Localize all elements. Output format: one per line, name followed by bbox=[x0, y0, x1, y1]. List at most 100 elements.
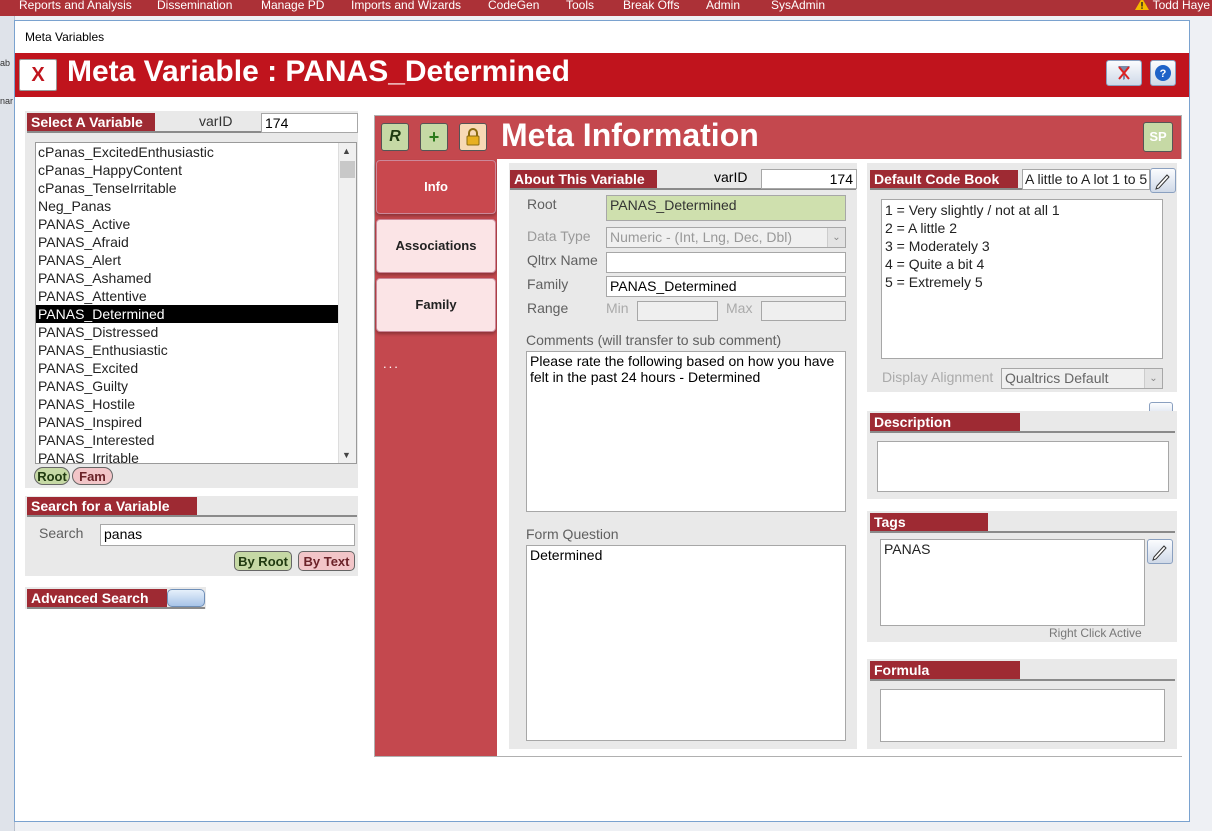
varid-label: varID bbox=[199, 113, 233, 129]
chevron-down-icon[interactable]: ⌄ bbox=[1144, 369, 1162, 388]
code-book-lines: 1 = Very slightly / not at all 1 2 = A li… bbox=[885, 201, 1159, 291]
lock-button[interactable] bbox=[459, 123, 487, 151]
help-icon: ? bbox=[1155, 65, 1171, 81]
list-item[interactable]: Neg_Panas bbox=[36, 197, 356, 215]
formula-textarea[interactable] bbox=[880, 689, 1165, 742]
sp-button[interactable]: SP bbox=[1143, 122, 1173, 152]
menu-tools[interactable]: Tools bbox=[566, 0, 594, 12]
root-input[interactable]: PANAS_Determined bbox=[606, 195, 846, 221]
list-item[interactable]: PANAS_Interested bbox=[36, 431, 356, 449]
tags-input[interactable]: PANAS bbox=[880, 539, 1145, 626]
data-type-label: Data Type bbox=[527, 228, 591, 244]
about-variable-header: About This Variable bbox=[510, 170, 657, 188]
by-root-button[interactable]: By Root bbox=[234, 551, 292, 571]
list-item[interactable]: PANAS_Distressed bbox=[36, 323, 356, 341]
advanced-search-toggle[interactable] bbox=[167, 589, 205, 607]
user-name: Todd Haye bbox=[1152, 0, 1210, 12]
about-varid-label: varID bbox=[714, 169, 748, 185]
menu-imports-and-wizards[interactable]: Imports and Wizards bbox=[351, 0, 461, 12]
description-textarea[interactable] bbox=[877, 441, 1169, 492]
code-book-input[interactable]: A little to A lot 1 to 5 bbox=[1022, 169, 1150, 190]
form-question-textarea[interactable]: Determined bbox=[526, 545, 846, 741]
max-label: Max bbox=[726, 300, 753, 316]
family-input[interactable]: PANAS_Determined bbox=[606, 276, 846, 297]
list-item[interactable]: PANAS_Attentive bbox=[36, 287, 356, 305]
list-item[interactable]: PANAS_Ashamed bbox=[36, 269, 356, 287]
comments-label: Comments (will transfer to sub comment) bbox=[526, 332, 782, 348]
svg-text:?: ? bbox=[1160, 68, 1167, 80]
list-scrollbar[interactable]: ▲ ▼ bbox=[338, 143, 356, 463]
list-item[interactable]: cPanas_ExcitedEnthusiastic bbox=[36, 143, 356, 161]
edit-tags-button[interactable] bbox=[1147, 539, 1173, 564]
list-item[interactable]: PANAS_Afraid bbox=[36, 233, 356, 251]
scroll-thumb[interactable] bbox=[340, 161, 355, 178]
divider bbox=[870, 679, 1175, 681]
scroll-down-icon[interactable]: ▼ bbox=[342, 450, 351, 460]
chevron-down-icon[interactable]: ⌄ bbox=[827, 228, 845, 247]
comments-textarea[interactable]: Please rate the following based on how y… bbox=[526, 351, 846, 512]
root-label: Root bbox=[527, 196, 557, 212]
menu-admin[interactable]: Admin bbox=[706, 0, 740, 12]
by-text-button[interactable]: By Text bbox=[298, 551, 355, 571]
user-menu[interactable]: Todd Haye bbox=[1134, 0, 1210, 12]
tab-family[interactable]: Family bbox=[376, 278, 496, 332]
max-input[interactable] bbox=[761, 301, 846, 321]
list-item[interactable]: PANAS_Irritable bbox=[36, 449, 356, 463]
close-button[interactable]: X bbox=[19, 59, 57, 91]
display-alignment-label: Display Alignment bbox=[882, 369, 994, 385]
warning-icon bbox=[1134, 0, 1149, 10]
fam-button[interactable]: Fam bbox=[72, 467, 113, 485]
search-label: Search bbox=[39, 525, 84, 541]
variable-listbox[interactable]: cPanas_ExcitedEnthusiastic cPanas_HappyCo… bbox=[35, 142, 357, 464]
more-tabs-ellipsis[interactable]: ... bbox=[383, 356, 400, 371]
edit-code-book-button[interactable] bbox=[1150, 168, 1176, 193]
display-alignment-select[interactable]: Qualtrics Default ⌄ bbox=[1001, 368, 1163, 389]
pencil-icon bbox=[1152, 545, 1167, 561]
menu-reports-and-analysis[interactable]: Reports and Analysis bbox=[19, 0, 132, 12]
list-item[interactable]: PANAS_Inspired bbox=[36, 413, 356, 431]
list-item[interactable]: PANAS_Alert bbox=[36, 251, 356, 269]
divider bbox=[27, 515, 357, 517]
list-item[interactable]: PANAS_Determined bbox=[36, 305, 338, 323]
help-button[interactable]: ? bbox=[1150, 60, 1176, 86]
list-item[interactable]: cPanas_TenseIrritable bbox=[36, 179, 356, 197]
menu-dissemination[interactable]: Dissemination bbox=[157, 0, 232, 12]
qltrx-name-input[interactable] bbox=[606, 252, 846, 273]
family-label: Family bbox=[527, 276, 569, 292]
menu-manage-pd[interactable]: Manage PD bbox=[261, 0, 324, 12]
scroll-up-icon[interactable]: ▲ bbox=[342, 146, 351, 156]
root-button[interactable]: Root bbox=[34, 467, 70, 485]
list-item[interactable]: PANAS_Hostile bbox=[36, 395, 356, 413]
tab-associations[interactable]: Associations bbox=[376, 219, 496, 273]
add-button[interactable]: + bbox=[420, 123, 448, 151]
r-button[interactable]: R bbox=[381, 123, 409, 151]
formula-header: Formula bbox=[870, 661, 1020, 679]
window-title: Meta Variables bbox=[25, 30, 105, 44]
list-item[interactable]: PANAS_Enthusiastic bbox=[36, 341, 356, 359]
info-content: About This Variable varID 174 Root PANAS… bbox=[497, 159, 1182, 756]
varid-input[interactable]: 174 bbox=[261, 113, 358, 133]
code-book-entries[interactable]: 1 = Very slightly / not at all 1 2 = A li… bbox=[881, 199, 1163, 359]
tab-info[interactable]: Info bbox=[376, 160, 496, 214]
list-item[interactable]: PANAS_Active bbox=[36, 215, 356, 233]
divider bbox=[870, 531, 1175, 533]
code-book-entry: 5 = Extremely 5 bbox=[885, 274, 983, 290]
search-input[interactable]: panas bbox=[100, 524, 355, 546]
menu-codegen[interactable]: CodeGen bbox=[488, 0, 539, 12]
divider bbox=[870, 431, 1175, 433]
list-item[interactable]: PANAS_Excited bbox=[36, 359, 356, 377]
min-input[interactable] bbox=[637, 301, 718, 321]
tags-header: Tags bbox=[870, 513, 988, 531]
background-app-edge: ab nar bbox=[0, 16, 15, 831]
about-varid-input[interactable]: 174 bbox=[761, 169, 857, 189]
menu-sysadmin[interactable]: SysAdmin bbox=[771, 0, 825, 12]
no-filter-icon bbox=[1118, 66, 1130, 80]
qltrx-name-label: Qltrx Name bbox=[527, 252, 598, 268]
min-label: Min bbox=[606, 300, 629, 316]
clear-filter-button[interactable] bbox=[1106, 60, 1142, 86]
list-item[interactable]: PANAS_Guilty bbox=[36, 377, 356, 395]
list-item[interactable]: cPanas_HappyContent bbox=[36, 161, 356, 179]
code-book-header: Default Code Book bbox=[870, 170, 1018, 188]
data-type-select[interactable]: Numeric - (Int, Lng, Dec, Dbl) ⌄ bbox=[606, 227, 846, 248]
menu-break-offs[interactable]: Break Offs bbox=[623, 0, 679, 12]
